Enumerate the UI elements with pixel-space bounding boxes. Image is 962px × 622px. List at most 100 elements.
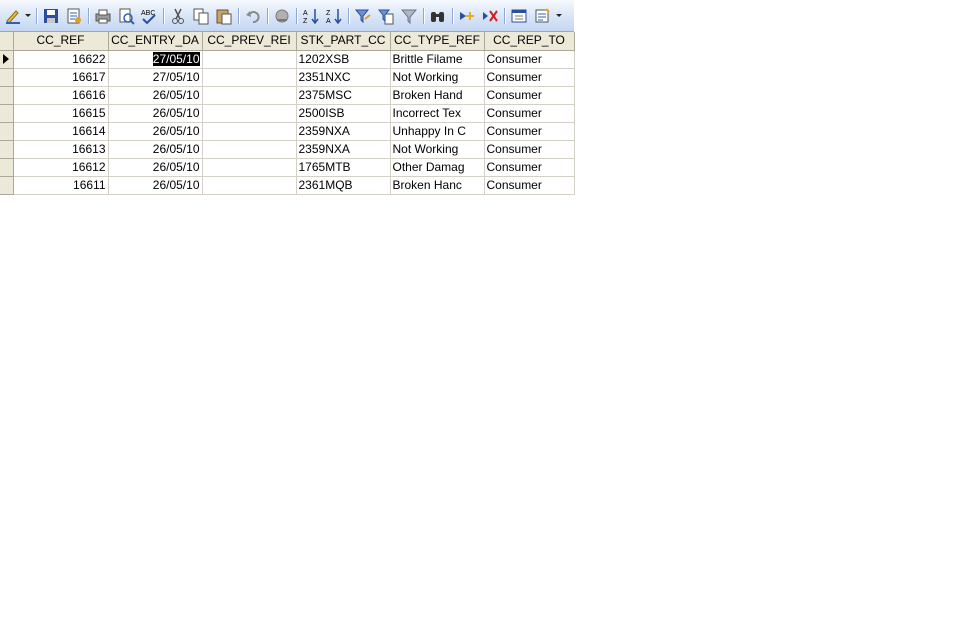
table-row[interactable]: 16616 26/05/10 2375MSC Broken Hand Consumer [0, 86, 575, 105]
cc-rep-to-cell[interactable]: Consumer [484, 86, 575, 105]
svg-text:A: A [326, 18, 331, 25]
column-header-cc-type-ref[interactable]: CC_TYPE_REF [390, 32, 485, 51]
cc-entry-date-cell[interactable]: 26/05/10 [108, 140, 203, 159]
copy-icon[interactable] [192, 7, 210, 25]
stk-part-code-cell[interactable]: 2359NXA [296, 140, 391, 159]
cc-entry-date-cell[interactable]: 26/05/10 [108, 86, 203, 105]
sort-ascending-icon[interactable]: AZ [302, 7, 320, 25]
stk-part-code-cell[interactable]: 1202XSB [296, 50, 391, 69]
cc-type-ref-cell[interactable]: Incorrect Tex [390, 104, 485, 123]
cut-icon[interactable] [169, 7, 187, 25]
cc-entry-date-cell[interactable]: 26/05/10 [108, 122, 203, 141]
cc-entry-date-cell[interactable]: 26/05/10 [108, 158, 203, 177]
record-selector[interactable] [0, 140, 14, 159]
cc-ref-cell[interactable]: 16615 [13, 104, 109, 123]
record-selector[interactable] [0, 50, 14, 69]
cc-prev-ref-cell[interactable] [202, 158, 297, 177]
cc-prev-ref-cell[interactable] [202, 68, 297, 87]
cc-type-ref-cell[interactable]: Broken Hand [390, 86, 485, 105]
current-record-arrow-icon [3, 54, 9, 64]
cc-rep-to-cell[interactable]: Consumer [484, 104, 575, 123]
filter-by-selection-icon[interactable] [354, 7, 372, 25]
table-row[interactable]: 16611 26/05/10 2361MQB Broken Hanc Consumer [0, 176, 575, 195]
table-row[interactable]: 16612 26/05/10 1765MTB Other Damag Consumer [0, 158, 575, 177]
stk-part-code-cell[interactable]: 2500ISB [296, 104, 391, 123]
table-row[interactable]: 16617 27/05/10 2351NXC Not Working Consumer [0, 68, 575, 87]
table-row[interactable]: 16614 26/05/10 2359NXA Unhappy In C Consumer [0, 122, 575, 141]
undo-icon[interactable] [244, 7, 262, 25]
cc-rep-to-cell[interactable]: Consumer [484, 122, 575, 141]
sort-descending-icon[interactable]: ZA [325, 7, 343, 25]
cc-ref-cell[interactable]: 16622 [13, 50, 109, 69]
cc-ref-cell[interactable]: 16612 [13, 158, 109, 177]
column-header-cc-entry-date[interactable]: CC_ENTRY_DA [108, 32, 203, 51]
print-preview-icon[interactable] [117, 7, 135, 25]
cc-prev-ref-cell[interactable] [202, 122, 297, 141]
record-selector[interactable] [0, 122, 14, 141]
cc-type-ref-cell[interactable]: Unhappy In C [390, 122, 485, 141]
record-selector[interactable] [0, 104, 14, 123]
print-icon[interactable] [94, 7, 112, 25]
new-object-icon[interactable] [533, 7, 551, 25]
toolbar-separator [36, 8, 37, 24]
record-selector[interactable] [0, 176, 14, 195]
cc-entry-date-cell[interactable]: 27/05/10 [108, 50, 203, 69]
stk-part-code-cell[interactable]: 2351NXC [296, 68, 391, 87]
cc-rep-to-cell[interactable]: Consumer [484, 158, 575, 177]
delete-record-icon[interactable] [481, 7, 499, 25]
cc-prev-ref-cell[interactable] [202, 140, 297, 159]
cc-ref-cell[interactable]: 16613 [13, 140, 109, 159]
cc-rep-to-cell[interactable]: Consumer [484, 50, 575, 69]
cc-type-ref-cell[interactable]: Other Damag [390, 158, 485, 177]
cc-type-ref-cell[interactable]: Brittle Filame [390, 50, 485, 69]
select-all-corner[interactable] [0, 32, 14, 51]
save-icon[interactable] [42, 7, 60, 25]
column-header-cc-ref[interactable]: CC_REF [13, 32, 109, 51]
cc-prev-ref-cell[interactable] [202, 86, 297, 105]
toolbar-separator [452, 8, 453, 24]
record-selector[interactable] [0, 68, 14, 87]
new-record-icon[interactable] [458, 7, 476, 25]
cc-prev-ref-cell[interactable] [202, 104, 297, 123]
design-view-icon[interactable] [4, 7, 22, 25]
paste-icon[interactable] [215, 7, 233, 25]
table-row[interactable]: 16622 27/05/10 1202XSB Brittle Filame Consum… [0, 50, 575, 69]
cc-entry-date-cell[interactable]: 26/05/10 [108, 176, 203, 195]
cc-prev-ref-cell[interactable] [202, 176, 297, 195]
new-object-dropdown-icon[interactable] [556, 14, 562, 17]
cc-ref-cell[interactable]: 16611 [13, 176, 109, 195]
cc-ref-cell[interactable]: 16616 [13, 86, 109, 105]
database-window-icon[interactable] [510, 7, 528, 25]
cc-type-ref-cell[interactable]: Broken Hanc [390, 176, 485, 195]
properties-icon[interactable] [65, 7, 83, 25]
apply-filter-icon[interactable] [400, 7, 418, 25]
column-header-stk-part-code[interactable]: STK_PART_CC [296, 32, 391, 51]
column-header-row: CC_REF CC_ENTRY_DA CC_PREV_REI STK_PART_… [0, 32, 575, 51]
stk-part-code-cell[interactable]: 2375MSC [296, 86, 391, 105]
find-icon[interactable] [429, 7, 447, 25]
column-header-cc-rep-to[interactable]: CC_REP_TO [484, 32, 575, 51]
cc-rep-to-cell[interactable]: Consumer [484, 68, 575, 87]
cc-entry-date-cell[interactable]: 26/05/10 [108, 104, 203, 123]
stk-part-code-cell[interactable]: 1765MTB [296, 158, 391, 177]
cc-ref-cell[interactable]: 16614 [13, 122, 109, 141]
stk-part-code-cell[interactable]: 2361MQB [296, 176, 391, 195]
cc-type-ref-cell[interactable]: Not Working [390, 68, 485, 87]
design-view-dropdown-icon[interactable] [25, 14, 31, 17]
cc-type-ref-cell[interactable]: Not Working [390, 140, 485, 159]
record-selector[interactable] [0, 158, 14, 177]
table-row[interactable]: 16613 26/05/10 2359NXA Not Working Consumer [0, 140, 575, 159]
cc-rep-to-cell[interactable]: Consumer [484, 140, 575, 159]
record-selector[interactable] [0, 86, 14, 105]
hyperlink-icon[interactable] [273, 7, 291, 25]
table-row[interactable]: 16615 26/05/10 2500ISB Incorrect Tex Consume… [0, 104, 575, 123]
spell-check-icon[interactable]: ABC [140, 7, 158, 25]
cc-prev-ref-cell[interactable] [202, 50, 297, 69]
cc-entry-date-cell[interactable]: 27/05/10 [108, 68, 203, 87]
column-header-cc-prev-ref[interactable]: CC_PREV_REI [202, 32, 297, 51]
stk-part-code-cell[interactable]: 2359NXA [296, 122, 391, 141]
toolbar-separator [267, 8, 268, 24]
filter-by-form-icon[interactable] [377, 7, 395, 25]
cc-rep-to-cell[interactable]: Consumer [484, 176, 575, 195]
cc-ref-cell[interactable]: 16617 [13, 68, 109, 87]
